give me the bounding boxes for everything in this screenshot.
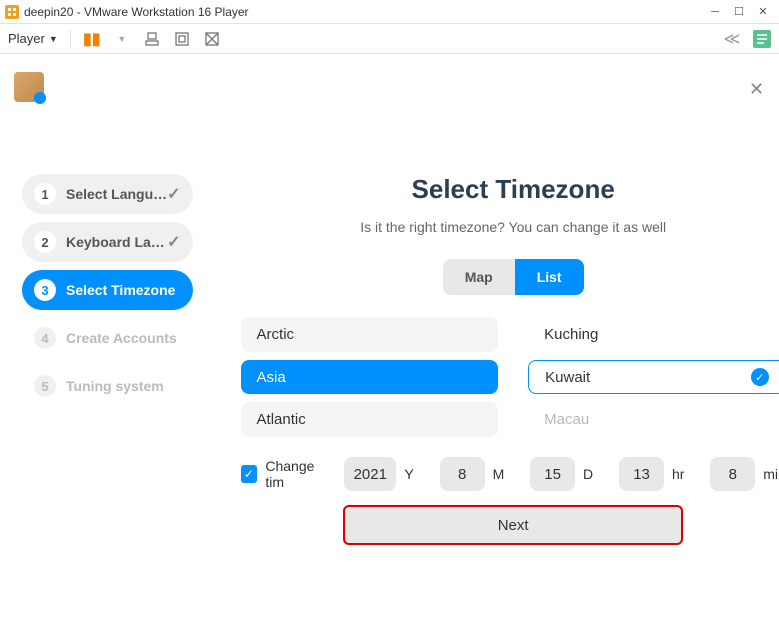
check-icon: ✓ [751, 368, 769, 386]
step-label: Tuning system [66, 378, 181, 394]
installer-close-icon[interactable]: ✕ [749, 79, 765, 95]
step-number: 2 [34, 231, 56, 253]
list-toggle-button[interactable]: List [515, 259, 584, 295]
close-button[interactable]: ✕ [757, 6, 769, 18]
next-button[interactable]: Next [343, 505, 683, 545]
window-controls: ─ ☐ ✕ [709, 6, 775, 18]
region-item-atlantic[interactable]: Atlantic [241, 402, 499, 437]
installer-window: ✕ 1 Select Langu… ✓ 2 Keyboard La… ✓ 3 S… [0, 54, 779, 617]
hour-input[interactable]: 13 [619, 457, 664, 491]
map-toggle-button[interactable]: Map [443, 259, 515, 295]
player-menu-label: Player [8, 31, 45, 46]
notes-icon[interactable] [753, 30, 771, 48]
day-input[interactable]: 15 [530, 457, 575, 491]
city-list[interactable]: Kuching Kuwait ✓ Macau [528, 317, 779, 437]
unity-icon[interactable] [203, 30, 221, 48]
step-select-language[interactable]: 1 Select Langu… ✓ [22, 174, 193, 214]
installer-logo [14, 72, 44, 102]
step-label: Keyboard La… [66, 234, 167, 250]
page-subtitle: Is it the right timezone? You can change… [360, 219, 666, 235]
dropdown-icon[interactable]: ▼ [113, 30, 131, 48]
region-item-arctic[interactable]: Arctic [241, 317, 499, 352]
step-label: Select Timezone [66, 282, 181, 298]
city-item-macau[interactable]: Macau [528, 402, 779, 437]
step-label: Create Accounts [66, 330, 181, 346]
view-toggle: Map List [443, 259, 584, 295]
step-number: 5 [34, 375, 56, 397]
minimize-button[interactable]: ─ [709, 6, 721, 18]
step-number: 4 [34, 327, 56, 349]
step-tuning-system[interactable]: 5 Tuning system [22, 366, 193, 406]
toolbar: Player ▼ ▮▮ ▼ ≪ [0, 24, 779, 54]
check-icon: ✓ [167, 232, 180, 252]
month-input[interactable]: 8 [440, 457, 485, 491]
rewind-icon[interactable]: ≪ [723, 30, 741, 48]
day-unit: D [583, 466, 593, 482]
month-unit: M [493, 466, 505, 482]
year-unit: Y [404, 466, 413, 482]
player-menu[interactable]: Player ▼ [8, 31, 58, 46]
chevron-down-icon: ▼ [49, 34, 58, 44]
step-number: 3 [34, 279, 56, 301]
change-time-checkbox[interactable]: ✓ [241, 465, 258, 483]
main-panel: Select Timezone Is it the right timezone… [211, 114, 779, 617]
steps-sidebar: 1 Select Langu… ✓ 2 Keyboard La… ✓ 3 Sel… [0, 114, 211, 617]
window-title: deepin20 - VMware Workstation 16 Player [24, 5, 709, 19]
minute-input[interactable]: 8 [710, 457, 755, 491]
window-titlebar: deepin20 - VMware Workstation 16 Player … [0, 0, 779, 24]
check-icon: ✓ [167, 184, 180, 204]
region-item-asia[interactable]: Asia [241, 360, 499, 395]
change-time-label: Change tim [265, 458, 332, 490]
timezone-lists: Arctic Asia Atlantic Kuching Kuwait ✓ Ma… [241, 317, 779, 437]
step-keyboard-layout[interactable]: 2 Keyboard La… ✓ [22, 222, 193, 262]
city-item-kuching[interactable]: Kuching [528, 317, 779, 352]
step-label: Select Langu… [66, 186, 167, 202]
change-time-row: ✓ Change tim 2021 Y 8 M 15 D 13 hr 8 min [241, 457, 779, 491]
hour-unit: hr [672, 466, 684, 482]
minute-unit: min [763, 466, 779, 482]
pause-icon[interactable]: ▮▮ [83, 30, 101, 48]
step-select-timezone[interactable]: 3 Select Timezone [22, 270, 193, 310]
step-number: 1 [34, 183, 56, 205]
app-icon [4, 4, 20, 20]
page-title: Select Timezone [412, 174, 615, 205]
step-create-accounts[interactable]: 4 Create Accounts [22, 318, 193, 358]
city-item-kuwait[interactable]: Kuwait ✓ [528, 360, 779, 395]
region-list[interactable]: Arctic Asia Atlantic [241, 317, 499, 437]
fullscreen-icon[interactable] [173, 30, 191, 48]
city-label: Kuwait [545, 369, 590, 386]
maximize-button[interactable]: ☐ [733, 6, 745, 18]
separator [70, 30, 71, 48]
send-keys-icon[interactable] [143, 30, 161, 48]
year-input[interactable]: 2021 [344, 457, 396, 491]
